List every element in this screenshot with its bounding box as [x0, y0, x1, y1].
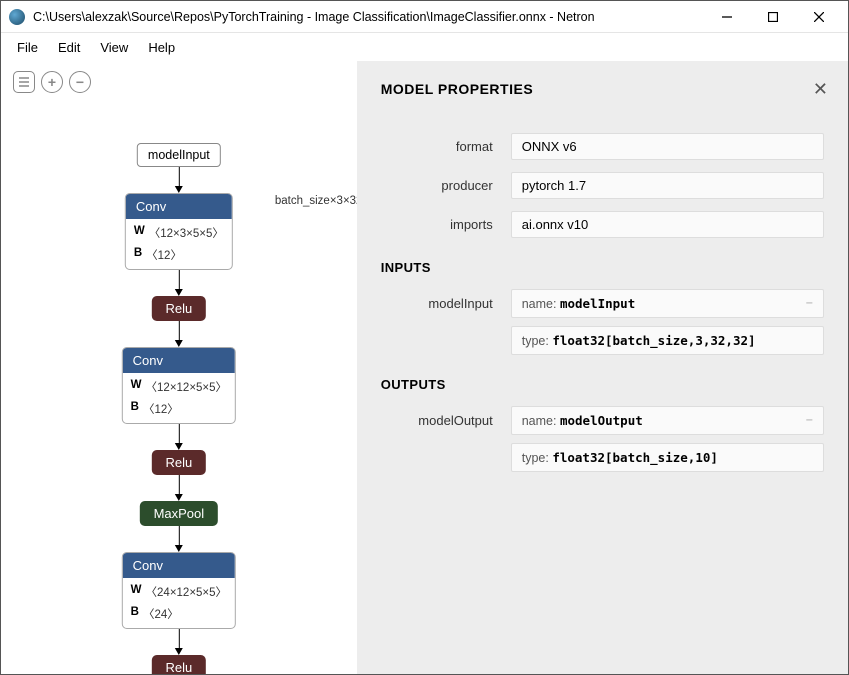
tensor-shape-label: batch_size×3×32×32: [275, 195, 357, 207]
output-label: modelOutput: [381, 413, 511, 428]
conv-header: Conv: [123, 553, 235, 578]
conv-b: 〈12〉: [146, 247, 182, 263]
conv-w: 〈24×12×5×5〉: [146, 584, 228, 600]
properties-title: MODEL PROPERTIES: [381, 81, 824, 97]
conv-header: Conv: [126, 194, 232, 219]
menu-help[interactable]: Help: [138, 36, 185, 59]
inputs-heading: INPUTS: [381, 260, 824, 275]
close-panel-icon[interactable]: ✕: [813, 79, 828, 100]
conv-node[interactable]: Conv W〈12×3×5×5〉 B〈12〉: [125, 193, 233, 270]
field-label-producer: producer: [381, 178, 511, 193]
menu-view[interactable]: View: [90, 36, 138, 59]
output-type: type: float32[batch_size,10]: [511, 443, 824, 472]
conv-w: 〈12×12×5×5〉: [146, 379, 228, 395]
conv-b: 〈12〉: [143, 401, 179, 417]
conv-header: Conv: [123, 348, 235, 373]
conv-node[interactable]: Conv W〈24×12×5×5〉 B〈24〉: [122, 552, 236, 629]
graph-input-node[interactable]: modelInput: [137, 143, 221, 167]
app-icon: [9, 9, 25, 25]
relu-node[interactable]: Relu: [151, 296, 206, 321]
properties-panel: MODEL PROPERTIES ✕ format ONNX v6 produc…: [357, 61, 848, 674]
field-label-imports: imports: [381, 217, 511, 232]
maxpool-node[interactable]: MaxPool: [140, 501, 219, 526]
field-value-producer: pytorch 1.7: [511, 172, 824, 199]
output-name[interactable]: name: modelOutput −: [511, 406, 824, 435]
close-button[interactable]: [796, 1, 842, 33]
maximize-button[interactable]: [750, 1, 796, 33]
collapse-icon[interactable]: −: [806, 413, 813, 427]
outputs-heading: OUTPUTS: [381, 377, 824, 392]
field-value-format: ONNX v6: [511, 133, 824, 160]
relu-node[interactable]: Relu: [151, 450, 206, 475]
collapse-icon[interactable]: −: [806, 296, 813, 310]
graph-canvas[interactable]: + − modelInput batch_size×3×32×32 Conv W…: [1, 61, 357, 674]
conv-w: 〈12×3×5×5〉: [149, 225, 224, 241]
window-titlebar: C:\Users\alexzak\Source\Repos\PyTorchTra…: [1, 1, 848, 33]
conv-b: 〈24〉: [143, 606, 179, 622]
zoom-out-icon[interactable]: −: [69, 71, 91, 93]
conv-node[interactable]: Conv W〈12×12×5×5〉 B〈12〉: [122, 347, 236, 424]
field-value-imports: ai.onnx v10: [511, 211, 824, 238]
window-title: C:\Users\alexzak\Source\Repos\PyTorchTra…: [33, 10, 704, 24]
menu-bar: File Edit View Help: [1, 33, 848, 61]
input-label: modelInput: [381, 296, 511, 311]
minimize-button[interactable]: [704, 1, 750, 33]
menu-file[interactable]: File: [7, 36, 48, 59]
input-name[interactable]: name: modelInput −: [511, 289, 824, 318]
input-type: type: float32[batch_size,3,32,32]: [511, 326, 824, 355]
zoom-in-icon[interactable]: +: [41, 71, 63, 93]
relu-node[interactable]: Relu: [151, 655, 206, 674]
sidebar-toggle-icon[interactable]: [13, 71, 35, 93]
menu-edit[interactable]: Edit: [48, 36, 90, 59]
field-label-format: format: [381, 139, 511, 154]
